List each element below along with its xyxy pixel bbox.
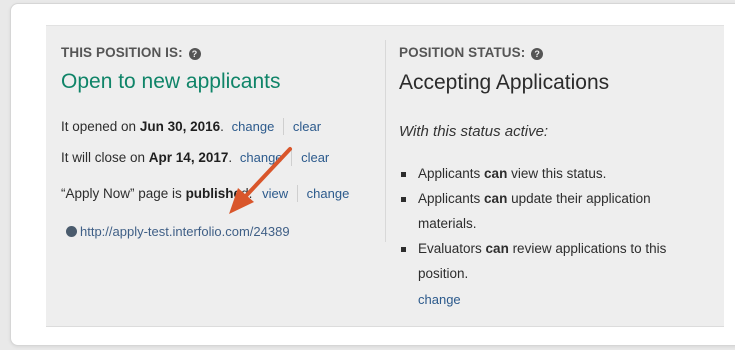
arrow-shaft xyxy=(242,147,292,200)
annotation-arrow xyxy=(229,147,292,214)
